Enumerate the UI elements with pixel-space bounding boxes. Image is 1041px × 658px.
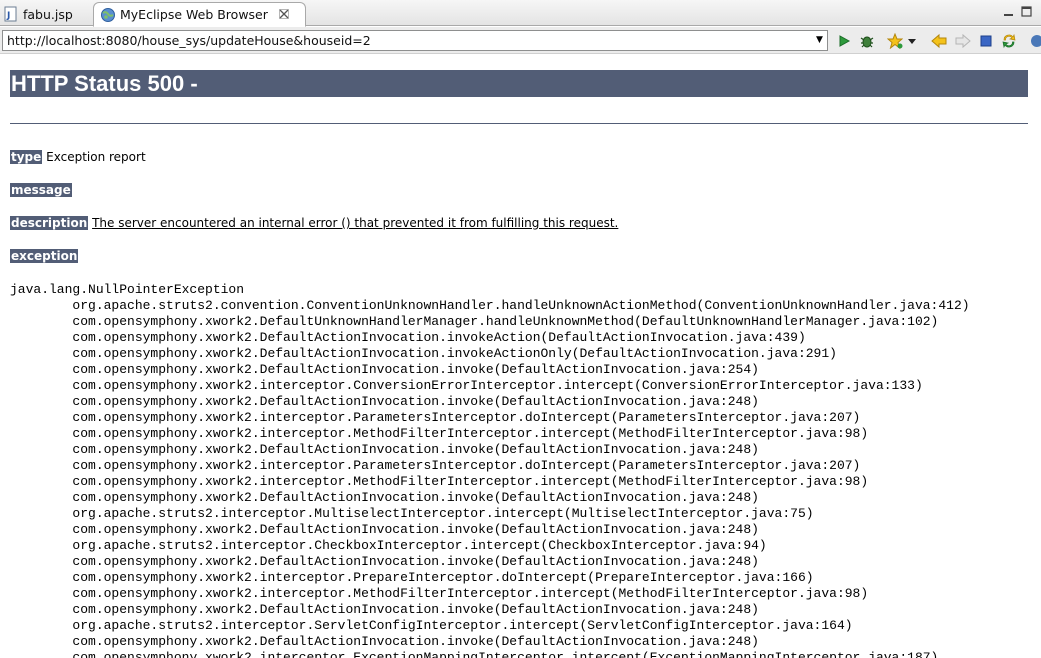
tab-label: fabu.jsp [23,6,73,22]
stack-trace-line: com.opensymphony.xwork2.interceptor.Exce… [10,650,939,658]
stack-trace-line: com.opensymphony.xwork2.DefaultActionInv… [10,602,759,617]
url-input[interactable] [2,30,828,51]
page-content: HTTP Status 500 - [10,70,1028,97]
editor-tab-bar: J fabu.jsp MyEclipse Web Browser [0,0,1041,27]
stack-trace-line: com.opensymphony.xwork2.interceptor.Para… [10,458,861,473]
maximize-icon[interactable] [1020,4,1034,18]
browser-toolbar: ▼ [0,27,1041,54]
back-icon[interactable] [930,32,948,50]
description-label: description [10,216,89,230]
close-icon[interactable] [278,8,290,21]
chevron-down-icon[interactable]: ▼ [812,31,827,50]
type-label: type [10,150,43,164]
extra-toolbar-icon[interactable] [1027,32,1041,50]
stack-trace-line: com.opensymphony.xwork2.DefaultActionInv… [10,490,759,505]
divider [10,123,1028,124]
svg-text:J: J [6,11,10,21]
favorites-icon[interactable] [886,32,904,50]
stack-trace-line: org.apache.struts2.convention.Convention… [10,298,970,313]
stop-icon[interactable] [977,32,995,50]
stack-trace-line: com.opensymphony.xwork2.DefaultActionInv… [10,394,759,409]
forward-icon[interactable] [954,32,972,50]
message-label: message [10,183,72,197]
stack-trace-line: com.opensymphony.xwork2.interceptor.Meth… [10,474,869,489]
stack-trace-line: com.opensymphony.xwork2.DefaultActionInv… [10,362,759,377]
stack-trace-line: com.opensymphony.xwork2.DefaultActionInv… [10,554,759,569]
exception-row: exception [10,249,79,263]
tab-web-browser[interactable]: MyEclipse Web Browser [93,2,306,27]
stack-trace-line: com.opensymphony.xwork2.interceptor.Conv… [10,378,923,393]
go-icon[interactable] [835,32,853,50]
stack-trace-line: org.apache.struts2.interceptor.ServletCo… [10,618,853,633]
stack-trace-line: com.opensymphony.xwork2.interceptor.Prep… [10,570,814,585]
type-value: Exception report [46,150,146,164]
debug-icon[interactable] [858,32,876,50]
description-value: The server encountered an internal error… [92,216,619,230]
stack-trace: java.lang.NullPointerException org.apach… [10,282,970,658]
message-row: message [10,183,72,197]
favorites-dropdown-icon[interactable] [906,32,918,50]
stack-trace-line: org.apache.struts2.interceptor.CheckboxI… [10,538,767,553]
stack-trace-line: com.opensymphony.xwork2.DefaultActionInv… [10,330,806,345]
stack-trace-line: com.opensymphony.xwork2.DefaultUnknownHa… [10,314,939,329]
stack-trace-line: java.lang.NullPointerException [10,282,245,297]
minimize-icon[interactable] [1002,4,1016,18]
stack-trace-line: com.opensymphony.xwork2.interceptor.Meth… [10,426,869,441]
jsp-file-icon: J [3,6,19,22]
globe-icon [100,7,116,23]
stack-trace-line: com.opensymphony.xwork2.DefaultActionInv… [10,442,759,457]
type-row: type Exception report [10,150,146,164]
stack-trace-line: com.opensymphony.xwork2.DefaultActionInv… [10,522,759,537]
description-row: description The server encountered an in… [10,216,618,230]
exception-label: exception [10,249,79,263]
stack-trace-line: com.opensymphony.xwork2.DefaultActionInv… [10,634,759,649]
page-title: HTTP Status 500 - [10,70,1028,97]
tab-fabu-jsp[interactable]: J fabu.jsp [0,2,92,26]
stack-trace-line: org.apache.struts2.interceptor.Multisele… [10,506,814,521]
tab-label: MyEclipse Web Browser [120,7,268,22]
stack-trace-line: com.opensymphony.xwork2.interceptor.Para… [10,410,861,425]
stack-trace-line: com.opensymphony.xwork2.DefaultActionInv… [10,346,837,361]
stack-trace-line: com.opensymphony.xwork2.interceptor.Meth… [10,586,869,601]
refresh-icon[interactable] [1000,32,1018,50]
